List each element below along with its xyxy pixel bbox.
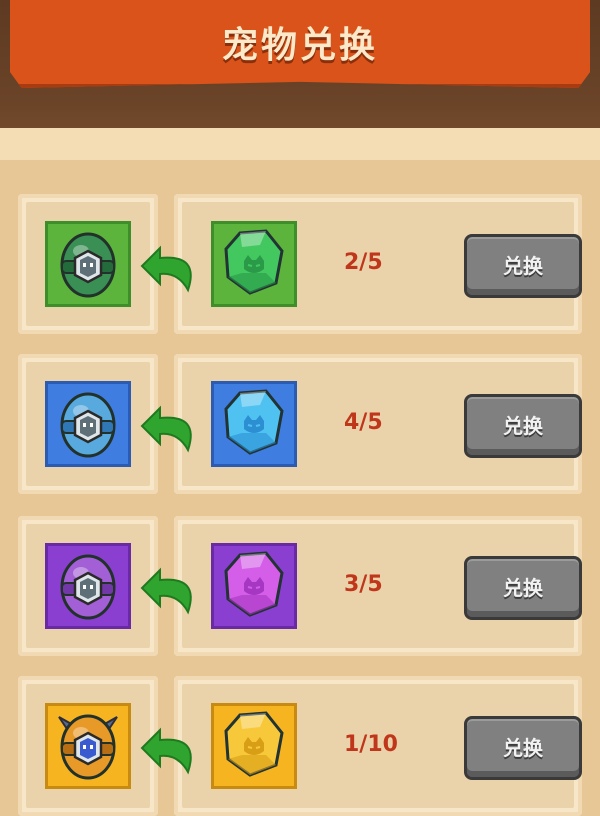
exchange-button-label: 兑换: [503, 735, 543, 760]
exchange-row: 2/5 兑换: [18, 194, 582, 334]
pet-egg-tile: [45, 381, 131, 467]
requirement-inner: 1/10 兑换: [182, 684, 582, 808]
soul-crystal-icon: [222, 709, 286, 783]
egg-slot: [18, 354, 158, 494]
exchange-button[interactable]: 兑换: [464, 394, 582, 458]
exchange-button-label: 兑换: [503, 253, 543, 278]
green-exchange-arrow-icon: [138, 556, 202, 622]
requirement-panel: 1/10 兑换: [174, 676, 582, 816]
egg-slot-inner: [26, 524, 150, 648]
pet-egg-tile: [45, 703, 131, 789]
soul-crystal-tile: [211, 381, 297, 467]
progress-count: 2/5: [344, 250, 383, 275]
pet-egg-icon: [53, 547, 123, 625]
exchange-button-label: 兑换: [503, 413, 543, 438]
soul-crystal-icon: [222, 549, 286, 623]
requirement-panel: 2/5 兑换: [174, 194, 582, 334]
egg-slot: [18, 194, 158, 334]
exchange-row: 1/10 兑换: [18, 676, 582, 816]
soul-crystal-tile: [211, 221, 297, 307]
requirement-inner: 4/5 兑换: [182, 362, 582, 486]
exchange-button[interactable]: 兑换: [464, 716, 582, 780]
requirement-panel: 4/5 兑换: [174, 354, 582, 494]
page-title: 宠物兑换: [221, 25, 378, 66]
exchange-row: 4/5 兑换: [18, 354, 582, 494]
egg-slot-inner: [26, 684, 150, 808]
green-exchange-arrow-icon: [138, 234, 202, 300]
exchange-list: 2/5 兑换 4/5 兑换 3/5 兑换 1/10 兑换: [0, 160, 600, 816]
soul-crystal-tile: [211, 543, 297, 629]
requirement-inner: 2/5 兑换: [182, 202, 582, 326]
egg-slot-inner: [26, 202, 150, 326]
green-exchange-arrow-icon: [138, 716, 202, 782]
soul-crystal-tile: [211, 703, 297, 789]
pet-egg-icon: [53, 707, 123, 785]
exchange-row: 3/5 兑换: [18, 516, 582, 656]
title-banner: 宠物兑换: [10, 0, 590, 88]
green-exchange-arrow-icon: [138, 394, 202, 460]
exchange-button[interactable]: 兑换: [464, 556, 582, 620]
pet-egg-icon: [53, 225, 123, 303]
pet-egg-tile: [45, 221, 131, 307]
egg-slot-inner: [26, 362, 150, 486]
progress-count: 4/5: [344, 410, 383, 435]
pet-egg-icon: [53, 385, 123, 463]
soul-crystal-icon: [222, 227, 286, 301]
pet-egg-tile: [45, 543, 131, 629]
exchange-button[interactable]: 兑换: [464, 234, 582, 298]
requirement-inner: 3/5 兑换: [182, 524, 582, 648]
egg-slot: [18, 516, 158, 656]
egg-slot: [18, 676, 158, 816]
soul-crystal-icon: [222, 387, 286, 461]
progress-count: 3/5: [344, 572, 383, 597]
requirement-panel: 3/5 兑换: [174, 516, 582, 656]
progress-count: 1/10: [344, 732, 398, 757]
exchange-button-label: 兑换: [503, 575, 543, 600]
